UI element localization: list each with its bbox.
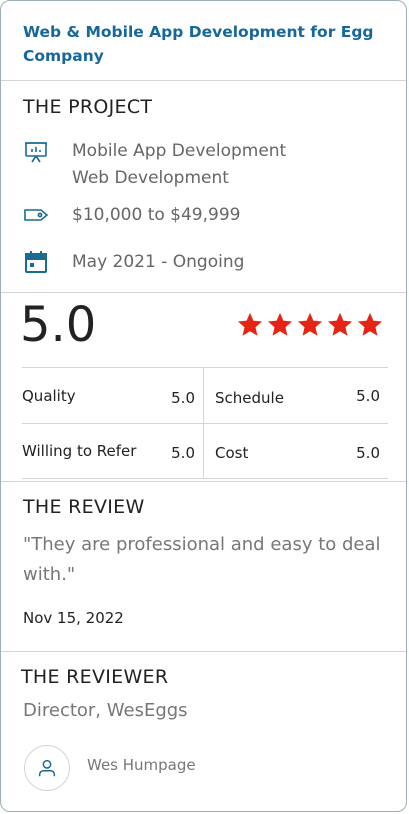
review-card: Web & Mobile App Development for Egg Com… (0, 0, 407, 812)
overall-score: 5.0 (20, 297, 97, 353)
service-item: Mobile App Development (72, 141, 287, 161)
grid-line (22, 478, 388, 479)
divider (1, 80, 406, 81)
services-row: Mobile App Development Web Development (23, 138, 286, 192)
timeline-row: May 2021 - Ongoing (23, 249, 244, 276)
reviewer-name: Wes Humpage (87, 756, 196, 774)
budget-text: $10,000 to $49,999 (72, 205, 241, 225)
star-icon (357, 312, 383, 336)
star-rating (236, 311, 386, 338)
cost-value: 5.0 (356, 444, 380, 462)
timeline-text: May 2021 - Ongoing (72, 252, 245, 272)
cost-label: Cost (215, 444, 249, 462)
user-icon (38, 759, 56, 777)
budget-row: $10,000 to $49,999 (23, 202, 240, 229)
quality-value: 5.0 (171, 389, 195, 407)
project-title[interactable]: Web & Mobile App Development for Egg Com… (23, 20, 383, 68)
star-icon (237, 312, 263, 336)
avatar (24, 745, 70, 791)
review-quote: "They are professional and easy to deal … (23, 534, 381, 585)
calendar-icon (23, 249, 49, 275)
star-icon (327, 312, 353, 336)
review-date: Nov 15, 2022 (23, 609, 124, 627)
review-heading: THE REVIEW (23, 496, 145, 518)
quality-label: Quality (22, 387, 76, 405)
star-icon (267, 312, 293, 336)
schedule-value: 5.0 (356, 387, 380, 405)
grid-line (22, 423, 388, 424)
star-icon (297, 312, 323, 336)
divider (1, 481, 406, 482)
grid-line (22, 367, 388, 368)
reviewer-role: Director, WesEggs (23, 700, 188, 721)
price-tag-icon (23, 202, 49, 228)
project-heading: THE PROJECT (23, 96, 153, 118)
reviewer-heading: THE REVIEWER (21, 666, 169, 688)
grid-line (203, 367, 204, 479)
divider (1, 651, 406, 652)
willing-to-refer-label: Willing to Refer (22, 442, 137, 460)
divider (1, 292, 406, 293)
presentation-icon (23, 138, 49, 164)
service-item: Web Development (72, 168, 229, 188)
schedule-label: Schedule (215, 389, 284, 407)
score-breakdown: Quality 5.0 Schedule 5.0 Willing to Refe… (22, 367, 388, 479)
willing-to-refer-value: 5.0 (171, 444, 195, 462)
